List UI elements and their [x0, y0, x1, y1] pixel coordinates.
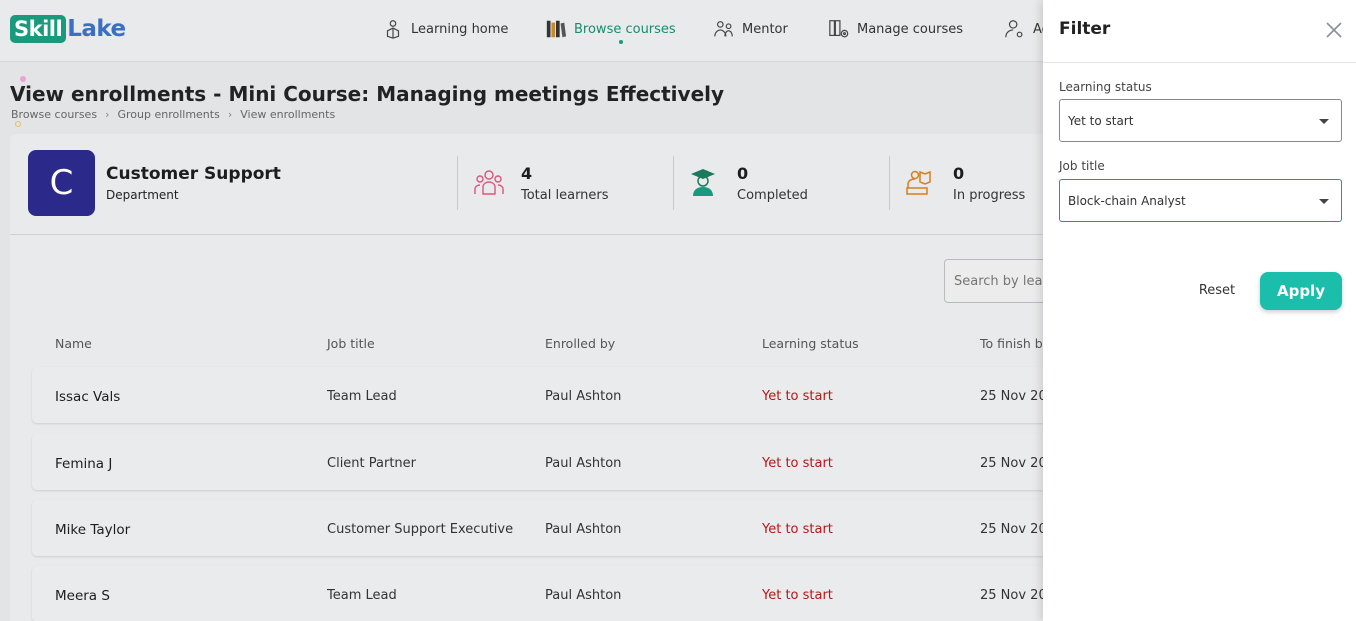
page-title: View enrollments - Mini Course: Managing… — [10, 82, 725, 106]
reading-icon — [906, 170, 931, 195]
chevron-right-icon: › — [227, 108, 233, 121]
group-icon — [474, 170, 504, 195]
total-learners-label: Total learners — [521, 188, 609, 203]
caret-down-icon — [1319, 199, 1329, 204]
job-title: Client Partner — [327, 456, 417, 471]
job-title-select[interactable]: Block-chain Analyst — [1059, 179, 1342, 222]
learning-status-select[interactable]: Yet to start — [1059, 99, 1342, 142]
enrollments-card: C Customer Support Department 4 Total le… — [10, 134, 1074, 621]
learner-name: Meera S — [55, 588, 110, 604]
panel-divider — [1043, 62, 1356, 63]
manage-courses-icon — [829, 20, 849, 38]
column-header-name[interactable]: Name — [55, 336, 92, 351]
nav-label: Browse courses — [574, 21, 676, 37]
breadcrumb-group-enrollments[interactable]: Group enrollments — [117, 108, 219, 121]
completed-label: Completed — [737, 188, 808, 203]
nav-browse-courses[interactable]: Browse courses — [545, 16, 676, 42]
nav-learning-home[interactable]: Learning home — [382, 16, 508, 42]
stat-divider — [457, 156, 458, 210]
column-header-job-title[interactable]: Job title — [327, 336, 375, 351]
learner-name: Mike Taylor — [55, 522, 131, 538]
learning-status: Yet to start — [762, 456, 833, 471]
learning-status: Yet to start — [762, 522, 833, 537]
department-avatar: C — [28, 150, 95, 216]
skilllake-logo[interactable]: Skill Lake — [10, 14, 126, 44]
mentor-icon — [714, 21, 733, 37]
stat-divider — [673, 156, 674, 210]
decorative-dot — [15, 121, 21, 127]
breadcrumb-view-enrollments: View enrollments — [240, 108, 336, 121]
learner-name: Issac Vals — [55, 389, 121, 405]
nav-manage-courses[interactable]: Manage courses — [828, 16, 963, 42]
reset-button[interactable]: Reset — [1189, 276, 1245, 304]
table-row[interactable]: Meera S Team Lead Paul Ashton Yet to sta… — [32, 566, 1072, 621]
breadcrumb: Browse courses › Group enrollments › Vie… — [11, 108, 335, 121]
active-indicator-dot — [619, 40, 623, 44]
nav-label: Mentor — [742, 21, 788, 37]
job-title: Team Lead — [327, 389, 397, 404]
nav-label: Learning home — [411, 21, 509, 37]
table-row[interactable]: Issac Vals Team Lead Paul Ashton Yet to … — [32, 367, 1072, 423]
nav-mentor[interactable]: Mentor — [713, 16, 788, 42]
column-header-learning-status[interactable]: Learning status — [762, 336, 859, 351]
filter-panel: Filter Learning status Yet to start Job … — [1043, 0, 1356, 621]
nav-label: Manage courses — [857, 21, 963, 37]
learning-status: Yet to start — [762, 389, 833, 404]
enrolled-by: Paul Ashton — [545, 588, 622, 603]
graduate-icon — [691, 169, 715, 196]
learning-status-value: Yet to start — [1068, 113, 1134, 128]
in-progress-value: 0 — [953, 164, 965, 183]
learning-home-icon — [386, 20, 400, 39]
learner-name: Femina J — [55, 456, 113, 472]
column-header-finish-by[interactable]: To finish by — [980, 336, 1050, 351]
stat-divider — [889, 156, 890, 210]
enrolled-by: Paul Ashton — [545, 522, 622, 537]
logo-part-skill: Skill — [10, 15, 67, 43]
job-title: Team Lead — [327, 588, 397, 603]
in-progress-label: In progress — [953, 188, 1026, 203]
books-icon — [546, 20, 567, 38]
table-row[interactable]: Mike Taylor Customer Support Executive P… — [32, 500, 1072, 556]
completed-value: 0 — [737, 164, 749, 183]
logo-part-lake: Lake — [67, 16, 126, 42]
job-title-value: Block-chain Analyst — [1068, 193, 1186, 208]
admin-user-icon — [1005, 20, 1023, 38]
chevron-right-icon: › — [105, 108, 110, 121]
job-title-label: Job title — [1059, 159, 1105, 173]
apply-button[interactable]: Apply — [1260, 272, 1342, 310]
learning-status-label: Learning status — [1059, 80, 1152, 94]
department-name: Customer Support — [106, 164, 281, 184]
total-learners-value: 4 — [521, 164, 533, 183]
column-header-enrolled-by[interactable]: Enrolled by — [545, 336, 615, 351]
filter-title: Filter — [1059, 19, 1111, 39]
card-divider — [10, 234, 1050, 235]
enrolled-by: Paul Ashton — [545, 389, 622, 404]
breadcrumb-browse-courses[interactable]: Browse courses — [11, 108, 97, 121]
caret-down-icon — [1319, 119, 1329, 124]
department-type: Department — [106, 188, 179, 202]
close-icon[interactable] — [1324, 20, 1344, 40]
learning-status: Yet to start — [762, 588, 833, 603]
table-row[interactable]: Femina J Client Partner Paul Ashton Yet … — [32, 434, 1072, 490]
job-title: Customer Support Executive — [327, 522, 514, 537]
enrolled-by: Paul Ashton — [545, 456, 622, 471]
